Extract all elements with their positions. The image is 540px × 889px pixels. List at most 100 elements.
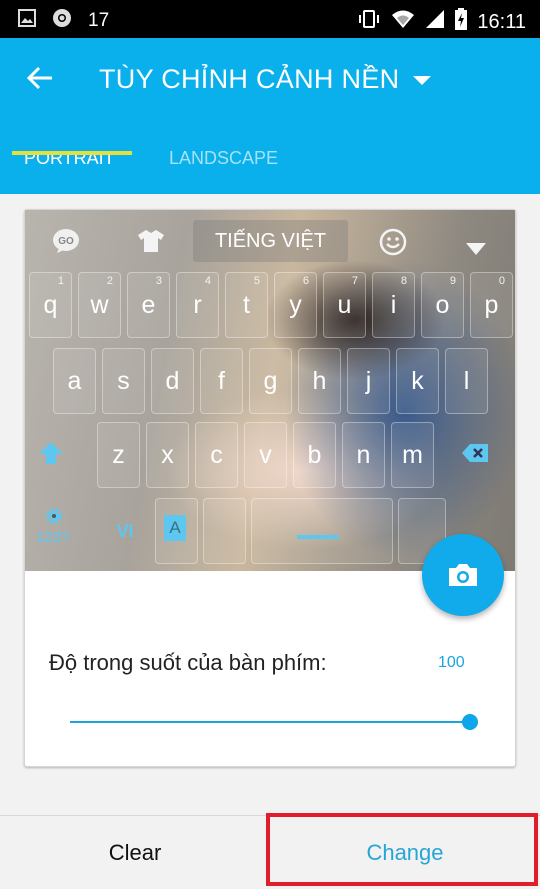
key-l: l: [445, 348, 488, 414]
key-m: m: [391, 422, 434, 488]
gear-icon: [46, 508, 62, 524]
tab-landscape[interactable]: LANDSCAPE: [169, 148, 278, 169]
key-b: b: [293, 422, 336, 488]
smiley-icon: [379, 228, 407, 256]
action-bar: Clear Change: [0, 815, 540, 888]
go-logo-icon: GO: [51, 228, 81, 254]
key-o: 9o: [421, 272, 464, 338]
key-label: a: [67, 367, 82, 395]
key-label: e: [141, 291, 156, 319]
key-hint: 2: [106, 275, 113, 287]
key-label: [30, 441, 71, 472]
background-settings-card: GO TIẾNG VIỆT 1q2w3e4r5t6y7u8i9o0pasdfgh…: [24, 209, 516, 767]
page-title-dropdown[interactable]: TÙY CHỈNH CẢNH NỀN: [99, 64, 432, 95]
key-hint: 5: [253, 275, 260, 287]
key-label: f: [218, 367, 225, 395]
key-label: n: [356, 441, 371, 469]
key-label: z: [112, 441, 125, 469]
key-i: 8i: [372, 272, 415, 338]
key-shift: [29, 422, 72, 488]
key-h: h: [298, 348, 341, 414]
vibrate-icon: [357, 9, 381, 35]
key-q: 1q: [29, 272, 72, 338]
numbers-key-label: 123?: [35, 529, 70, 546]
key-y: 6y: [274, 272, 317, 338]
page-title: TÙY CHỈNH CẢNH NỀN: [99, 64, 400, 94]
chrome-icon: [52, 8, 72, 34]
back-button[interactable]: [24, 62, 60, 98]
opacity-label: Độ trong suốt của bàn phím:: [49, 650, 327, 675]
key-label: w: [90, 291, 109, 319]
active-tab-indicator: [12, 151, 132, 155]
key-label: l: [463, 367, 470, 395]
key-label: c: [210, 441, 223, 469]
key-label: r: [193, 291, 202, 319]
key-k: k: [396, 348, 439, 414]
key-hint: 9: [449, 275, 456, 287]
key-hint: 7: [351, 275, 358, 287]
key-label: k: [411, 367, 424, 395]
key-d: d: [151, 348, 194, 414]
key-u: 7u: [323, 272, 366, 338]
key-hint: 8: [400, 275, 407, 287]
key-label: s: [117, 367, 130, 395]
slider-thumb[interactable]: [462, 714, 478, 730]
battery-charging-icon: [455, 8, 468, 36]
key-label: o: [435, 291, 450, 319]
change-button[interactable]: Change: [270, 816, 540, 889]
key-v: v: [244, 422, 287, 488]
input-mode-key-label: A: [164, 515, 186, 541]
key-label: h: [312, 367, 327, 395]
key-blank: [203, 498, 246, 564]
space-key: [251, 498, 393, 564]
key-label: g: [263, 367, 278, 395]
app-bar: TÙY CHỈNH CẢNH NỀN PORTRAIT LANDSCAPE: [0, 38, 540, 194]
input-mode-key: A: [155, 498, 198, 564]
shift-icon: [38, 442, 63, 464]
key-label: q: [43, 291, 58, 319]
key-c: c: [195, 422, 238, 488]
language-key: VI: [105, 498, 145, 564]
status-bar: 17 16:11: [0, 0, 540, 38]
camera-button[interactable]: [422, 534, 504, 616]
opacity-slider[interactable]: [70, 712, 478, 732]
arrow-left-icon: [26, 66, 52, 90]
key-label: j: [365, 367, 372, 395]
clock: 16:11: [477, 10, 526, 33]
key-t: 5t: [225, 272, 268, 338]
opacity-value: 100: [438, 654, 465, 671]
key-label: d: [165, 367, 180, 395]
camera-icon: [449, 564, 477, 586]
key-p: 0p: [470, 272, 513, 338]
key-hint: 1: [57, 275, 64, 287]
triangle-down-icon: [465, 236, 487, 255]
key-hint: 3: [155, 275, 162, 287]
key-label: m: [402, 441, 423, 469]
key-e: 3e: [127, 272, 170, 338]
keyboard-toolbar: GO TIẾNG VIỆT: [25, 210, 515, 270]
notification-count: 17: [88, 10, 110, 31]
key-label: x: [161, 441, 174, 469]
key-label: u: [337, 291, 352, 319]
key-label: t: [243, 291, 250, 319]
keyboard-preview: GO TIẾNG VIỆT 1q2w3e4r5t6y7u8i9o0pasdfgh…: [25, 210, 515, 571]
svg-text:GO: GO: [58, 236, 74, 247]
key-z: z: [97, 422, 140, 488]
key-w: 2w: [78, 272, 121, 338]
key-f: f: [200, 348, 243, 414]
image-icon: [18, 9, 36, 33]
key-a: a: [53, 348, 96, 414]
key-s: s: [102, 348, 145, 414]
key-g: g: [249, 348, 292, 414]
key-label: v: [259, 441, 272, 469]
key-backspace: [445, 422, 505, 488]
wifi-icon: [391, 9, 415, 35]
clear-button[interactable]: Clear: [0, 816, 270, 889]
key-label: i: [390, 291, 397, 319]
key-label: y: [289, 291, 302, 319]
key-hint: 0: [498, 275, 505, 287]
shirt-icon: [137, 228, 165, 254]
language-key-label: VI: [116, 521, 134, 541]
key-hint: 6: [302, 275, 309, 287]
key-label: p: [484, 291, 499, 319]
